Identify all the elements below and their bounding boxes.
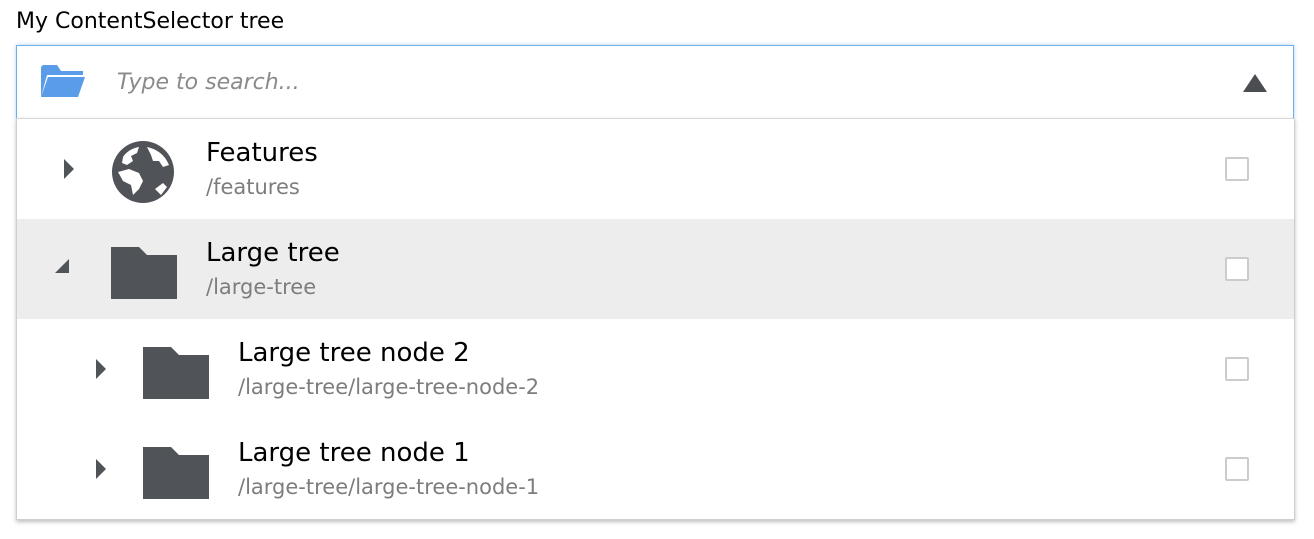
node-checkbox[interactable]	[1225, 157, 1249, 181]
node-path: /features	[206, 175, 300, 199]
node-title: Features	[206, 138, 318, 168]
node-checkbox[interactable]	[1225, 457, 1249, 481]
collapse-arrow-icon[interactable]	[55, 255, 71, 279]
node-checkbox[interactable]	[1225, 357, 1249, 381]
tree-row-large-tree-node-1[interactable]: Large tree node 1 /large-tree/large-tree…	[17, 419, 1294, 519]
folder-icon	[143, 447, 209, 499]
node-checkbox[interactable]	[1225, 257, 1249, 281]
collapse-arrow-icon[interactable]	[1239, 71, 1271, 95]
search-input[interactable]	[117, 64, 1117, 100]
content-selector: Features /features Large tree /large-tre…	[16, 45, 1295, 520]
tree-row-large-tree-node-2[interactable]: Large tree node 2 /large-tree/large-tree…	[17, 319, 1294, 419]
node-path: /large-tree	[206, 275, 317, 299]
expand-arrow-icon[interactable]	[93, 457, 109, 481]
globe-icon	[112, 141, 174, 203]
node-title: Large tree node 1	[238, 438, 470, 468]
node-path: /large-tree/large-tree-node-2	[238, 375, 540, 399]
tree-row-large-tree[interactable]: Large tree /large-tree	[17, 219, 1294, 319]
tree-dropdown: Features /features Large tree /large-tre…	[16, 118, 1295, 520]
folder-icon	[143, 347, 209, 399]
expand-arrow-icon[interactable]	[61, 157, 77, 181]
node-path: /large-tree/large-tree-node-1	[238, 475, 540, 499]
node-title: Large tree	[206, 238, 340, 268]
expand-arrow-icon[interactable]	[93, 357, 109, 381]
search-box[interactable]	[16, 45, 1294, 119]
folder-open-icon	[41, 65, 85, 97]
tree-row-features[interactable]: Features /features	[17, 119, 1294, 219]
field-label: My ContentSelector tree	[16, 9, 285, 34]
folder-icon	[111, 247, 177, 299]
node-title: Large tree node 2	[238, 338, 470, 368]
